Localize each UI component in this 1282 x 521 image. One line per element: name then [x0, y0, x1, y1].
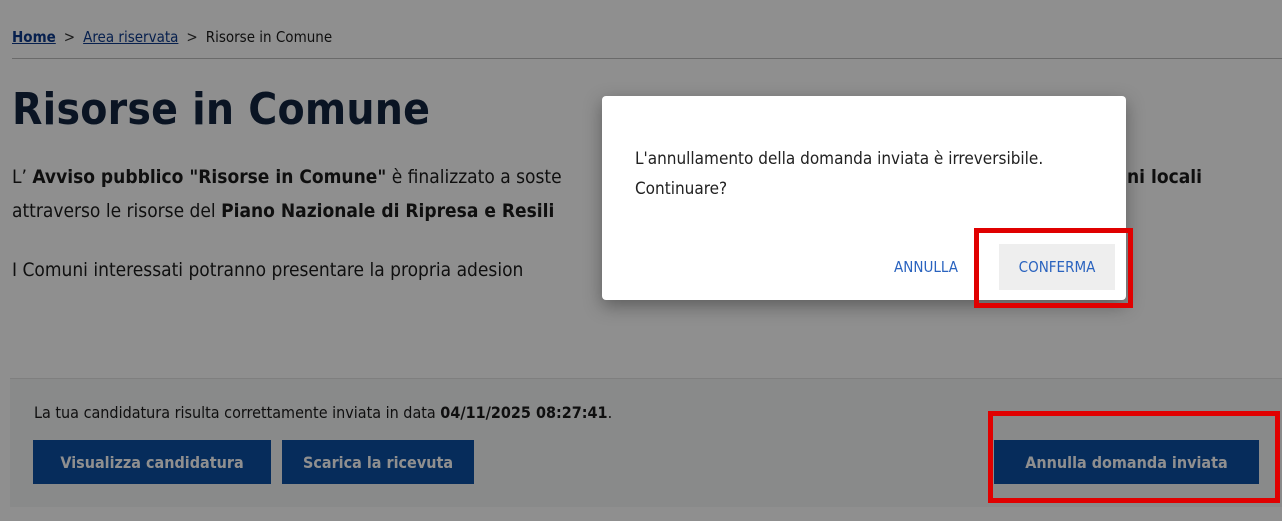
page: Home > Area riservata > Risorse in Comune Ri…	[0, 0, 1282, 521]
dialog-cancel-button[interactable]: ANNULLA	[882, 244, 970, 290]
dialog-message: L'annullamento della domanda inviata è i…	[635, 144, 1105, 204]
highlight-box-cancel-submission	[988, 411, 1280, 503]
highlight-box-confirm	[974, 228, 1133, 308]
dialog-message-line: L'annullamento della domanda inviata è i…	[635, 149, 1044, 169]
dialog-message-line: Continuare?	[635, 179, 728, 199]
